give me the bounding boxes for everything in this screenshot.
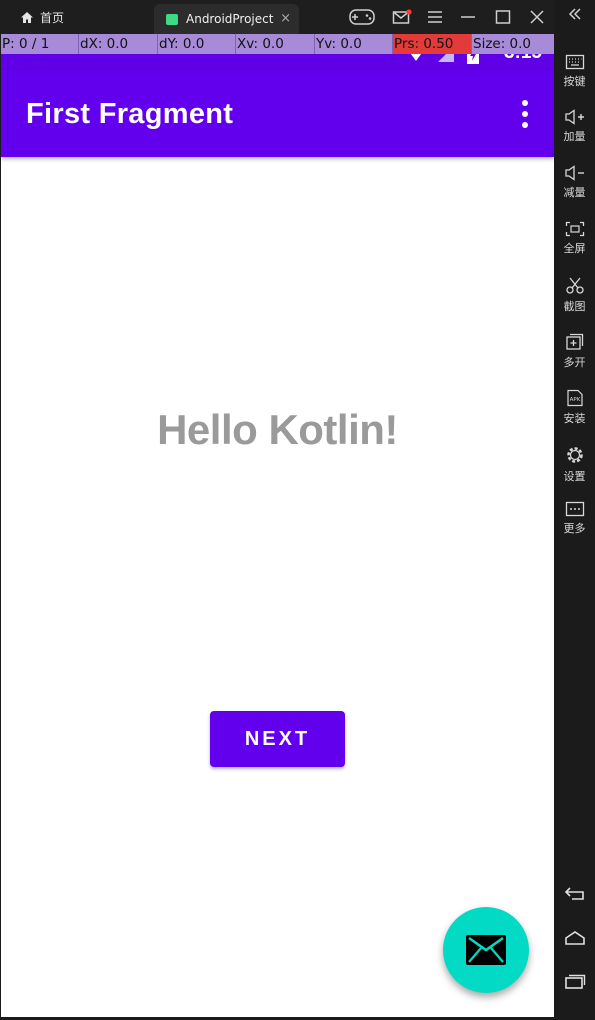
close-tab-icon[interactable]: ×	[280, 11, 291, 26]
close-window-icon[interactable]	[520, 0, 554, 34]
sidebar-item-label: 设置	[563, 470, 586, 483]
home-icon	[21, 11, 33, 23]
sidebar-item-label: 减量	[563, 186, 586, 199]
android-app-icon	[166, 13, 178, 25]
recents-button[interactable]	[554, 974, 595, 993]
settings-icon	[566, 447, 583, 463]
sidebar-item-label: 加量	[563, 130, 586, 143]
emulator-title-bar: 首页 AndroidProject ×	[0, 0, 595, 34]
sidebar-item-volume-up[interactable]: 加量	[554, 109, 595, 144]
app-tab-label: AndroidProject	[186, 12, 274, 26]
pointer-count: P: 0 / 1	[1, 34, 79, 54]
menu-icon[interactable]	[418, 0, 452, 34]
sidebar-item-volume-down[interactable]: 减量	[554, 165, 595, 200]
sidebar-item-install-apk[interactable]: APK 安装	[554, 389, 595, 426]
emulator-sidebar: 按键 加量 减量 全屏 截图 多开 APK 安装 设置 更多	[554, 0, 595, 1020]
home-tab[interactable]: 首页	[0, 0, 150, 34]
device-screen: 3:15 P: 0 / 1 dX: 0.0 dY: 0.0 Xv: 0.0 Yv…	[1, 34, 554, 1017]
pointer-dx: dX: 0.0	[79, 34, 158, 54]
sidebar-item-label: 多开	[563, 356, 586, 369]
sidebar-item-label: 全屏	[563, 242, 586, 255]
sidebar-item-label: 安装	[563, 412, 586, 425]
apk-install-icon: APK	[566, 389, 583, 407]
pointer-yv: Yv: 0.0	[315, 34, 393, 54]
sidebar-item-keys[interactable]: 按键	[554, 54, 595, 89]
gamepad-icon[interactable]	[345, 0, 379, 34]
sidebar-item-label: 截图	[563, 300, 586, 313]
home-nav-icon	[564, 931, 585, 945]
page-title: First Fragment	[26, 98, 234, 130]
multi-instance-icon	[565, 333, 583, 350]
collapse-sidebar-button[interactable]	[554, 6, 595, 25]
next-button[interactable]: NEXT	[210, 711, 345, 767]
back-button[interactable]	[554, 885, 595, 904]
email-fab[interactable]	[443, 907, 529, 993]
pointer-location-overlay: P: 0 / 1 dX: 0.0 dY: 0.0 Xv: 0.0 Yv: 0.0…	[1, 34, 554, 54]
sidebar-item-fullscreen[interactable]: 全屏	[554, 221, 595, 256]
pointer-pressure: Prs: 0.50	[393, 34, 472, 54]
minimize-icon[interactable]	[451, 0, 485, 34]
sidebar-item-more[interactable]: 更多	[554, 501, 595, 536]
app-bar: First Fragment	[1, 70, 554, 157]
app-tab[interactable]: AndroidProject ×	[154, 4, 299, 34]
volume-down-icon	[564, 165, 584, 181]
pointer-size: Size: 0.0	[473, 36, 532, 52]
back-icon	[564, 887, 584, 900]
home-button[interactable]	[554, 930, 595, 949]
sidebar-item-label: 按键	[563, 75, 586, 88]
recents-icon	[564, 974, 585, 989]
volume-up-icon	[564, 109, 584, 125]
more-icon	[565, 501, 584, 517]
pointer-xv: Xv: 0.0	[236, 34, 315, 54]
sidebar-item-multi-instance[interactable]: 多开	[554, 333, 595, 370]
scissors-icon	[565, 277, 584, 294]
status-bar: 3:15 P: 0 / 1 dX: 0.0 dY: 0.0 Xv: 0.0 Yv…	[1, 34, 554, 70]
sidebar-item-settings[interactable]: 设置	[554, 445, 595, 484]
sidebar-item-label: 更多	[563, 522, 586, 535]
keyboard-icon	[565, 54, 584, 70]
maximize-icon[interactable]	[486, 0, 520, 34]
mail-notification-icon[interactable]	[385, 0, 419, 34]
sidebar-item-screenshot[interactable]: 截图	[554, 277, 595, 314]
svg-text:APK: APK	[569, 397, 580, 403]
hello-message: Hello Kotlin!	[157, 406, 398, 453]
mail-icon	[466, 935, 506, 965]
overflow-menu-icon[interactable]	[518, 100, 532, 128]
fullscreen-icon	[565, 221, 584, 237]
pointer-dy: dY: 0.0	[158, 34, 236, 54]
home-tab-label: 首页	[40, 10, 65, 25]
double-chevron-left-icon	[568, 8, 581, 20]
